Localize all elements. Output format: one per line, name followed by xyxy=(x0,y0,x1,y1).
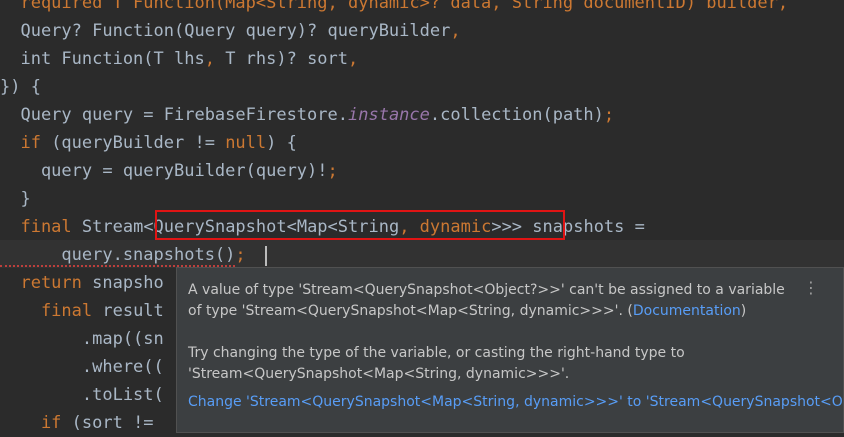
code-text: final xyxy=(0,217,72,237)
code-text: T rhs)? sort xyxy=(225,49,349,69)
code-text: .toList( xyxy=(0,385,164,405)
code-line-9: query.snapshots(); xyxy=(0,241,246,269)
error-tooltip-popup: ⋮ A value of type 'Stream<QuerySnapshot<… xyxy=(176,267,844,433)
code-text: query = queryBuilder(query)! xyxy=(0,161,328,181)
code-text: ; xyxy=(603,105,615,125)
code-line-2: int Function(T lhs, T rhs)? sort, xyxy=(0,45,358,73)
code-text: .collection(path) xyxy=(429,105,604,125)
code-text: , xyxy=(348,49,359,69)
code-text: instance xyxy=(348,105,430,125)
code-text: (sort != xyxy=(61,413,154,433)
code-text: ; xyxy=(235,245,246,265)
code-text: .map((sn xyxy=(0,329,164,349)
error-message-text: ) xyxy=(740,303,747,319)
code-text: snapsho xyxy=(81,273,164,293)
code-line-14: .toList( xyxy=(0,381,164,409)
code-text: Stream xyxy=(71,217,144,237)
code-text: int Function(T lhs xyxy=(0,49,205,69)
code-line-1: Query? Function(Query query)? queryBuild… xyxy=(0,17,461,45)
code-line-7: } xyxy=(0,185,31,213)
suggestion-message: Try changing the type of the variable, o… xyxy=(188,345,685,382)
code-text: .where(( xyxy=(0,357,164,377)
text-caret xyxy=(265,246,267,266)
code-text: required T Function(Map<String, dynamic>… xyxy=(0,0,789,13)
error-message: A value of type 'Stream<QuerySnapshot<Ob… xyxy=(188,280,798,322)
code-text: final xyxy=(0,301,93,321)
error-highlight-box xyxy=(155,210,565,240)
code-line-12: .map((sn xyxy=(0,325,164,353)
code-line-11: final result xyxy=(0,297,164,325)
code-text: null xyxy=(225,133,267,153)
code-text: }) { xyxy=(0,77,41,97)
code-line-10: return snapsho xyxy=(0,269,164,297)
code-text: ) { xyxy=(266,133,297,153)
code-line-4: Query query = FirebaseFirestore.instance… xyxy=(0,101,614,129)
code-text: if xyxy=(0,413,62,433)
error-underline-text[interactable]: query.snapshots() xyxy=(0,245,236,267)
more-options-icon[interactable]: ⋮ xyxy=(803,278,819,297)
code-line-3: }) { xyxy=(0,73,41,101)
code-line-6: query = queryBuilder(query)!; xyxy=(0,157,338,185)
code-text: } xyxy=(0,189,31,209)
code-text: result xyxy=(92,301,164,321)
code-text: ; xyxy=(327,161,338,181)
code-line-13: .where(( xyxy=(0,353,164,381)
code-text: (queryBuilder != xyxy=(40,133,226,153)
code-text: , xyxy=(450,21,461,41)
documentation-link[interactable]: Documentation xyxy=(633,303,741,319)
quick-fix-link[interactable]: Change 'Stream<QuerySnapshot<Map<String,… xyxy=(188,392,844,413)
code-text: , xyxy=(204,49,226,69)
code-text: Query? Function(Query query)? queryBuild… xyxy=(0,21,451,41)
code-text: return xyxy=(0,273,82,293)
code-line-5: if (queryBuilder != null) { xyxy=(0,129,297,157)
code-text: Query query = FirebaseFirestore. xyxy=(0,105,348,125)
code-line-0: required T Function(Map<String, dynamic>… xyxy=(0,0,788,17)
code-text: if xyxy=(0,133,41,153)
